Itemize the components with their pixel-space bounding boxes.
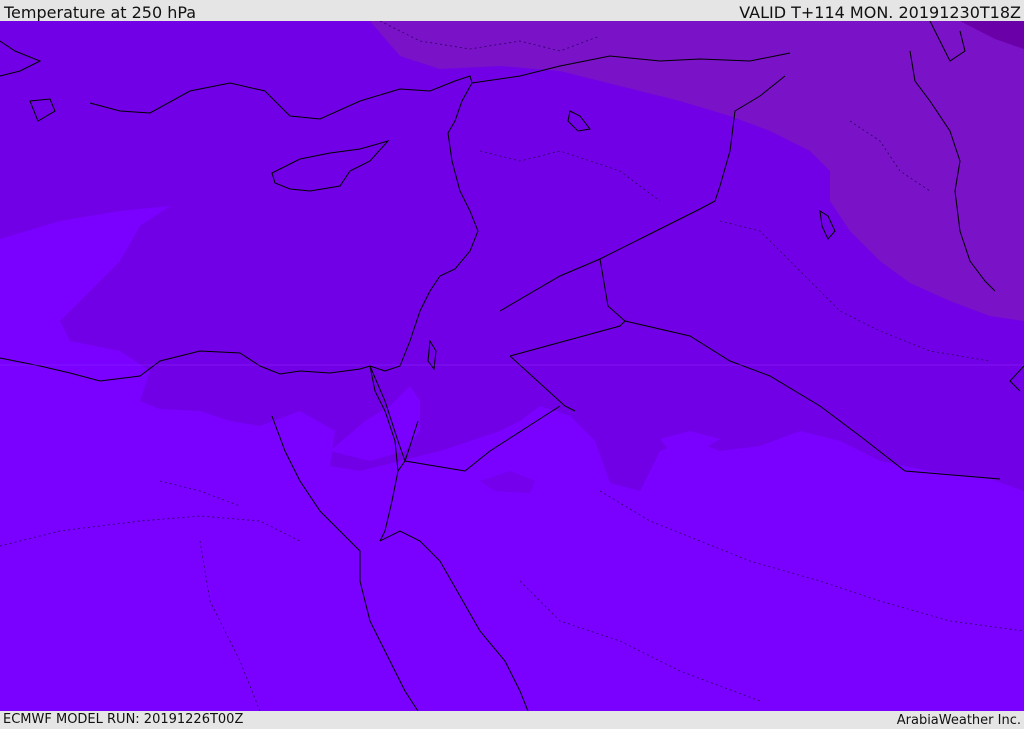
temperature-map[interactable]	[0, 21, 1024, 711]
map-canvas	[0, 21, 1024, 711]
credit: ArabiaWeather Inc.	[896, 713, 1021, 728]
valid-time: VALID T+114 MON. 20191230T18Z	[739, 3, 1021, 22]
header-bar: Temperature at 250 hPa VALID T+114 MON. …	[0, 0, 1024, 22]
model-run: ECMWF MODEL RUN: 20191226T00Z	[3, 712, 244, 727]
map-title: Temperature at 250 hPa	[4, 3, 197, 22]
footer-bar: ECMWF MODEL RUN: 20191226T00Z ArabiaWeat…	[0, 711, 1024, 729]
